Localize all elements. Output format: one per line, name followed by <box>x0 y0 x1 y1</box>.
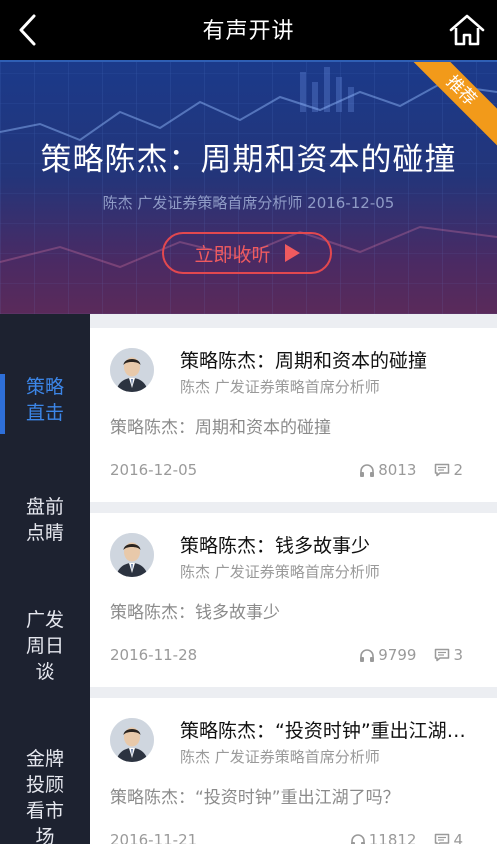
listen-now-label: 立即收听 <box>194 243 271 266</box>
headphones-icon <box>350 833 365 844</box>
episode-description: 策略陈杰：周期和资本的碰撞 <box>110 418 331 438</box>
active-indicator <box>0 374 5 434</box>
comment-icon <box>435 833 450 844</box>
sidebar-item-label: 策略 直击 <box>25 376 64 424</box>
banner-chart-decoration <box>0 67 497 269</box>
list-item[interactable]: 策略陈杰：钱多故事少 陈杰 广发证券策略首席分析师 策略陈杰：钱多故事少 201… <box>90 513 497 687</box>
home-icon[interactable] <box>445 8 489 52</box>
episode-author: 陈杰 广发证券策略首席分析师 <box>180 563 380 581</box>
banner-title: 策略陈杰：周期和资本的碰撞 <box>40 142 457 178</box>
sidebar-item-label: 盘前 点睛 <box>25 496 64 544</box>
top-bar: 有声开讲 <box>0 0 497 62</box>
comment-icon <box>435 648 450 662</box>
episode-date: 2016-12-05 <box>110 461 198 479</box>
episode-title: 策略陈杰：“投资时钟”重出江湖了吗？ <box>180 720 480 742</box>
avatar <box>110 533 154 577</box>
avatar <box>110 348 154 392</box>
episode-stats: 9799 3 <box>359 646 463 664</box>
avatar <box>110 718 154 762</box>
page-title: 有声开讲 <box>202 19 295 44</box>
episode-date: 2016-11-21 <box>110 831 198 844</box>
episode-author: 陈杰 广发证券策略首席分析师 <box>180 748 380 766</box>
headphones-icon <box>360 648 375 662</box>
episode-title: 策略陈杰：周期和资本的碰撞 <box>180 350 428 372</box>
listen-now-button[interactable]: 立即收听 <box>162 232 332 274</box>
comment-icon <box>435 463 450 477</box>
sidebar-item-advisor-market[interactable]: 金牌 投顾 看市 场 <box>0 746 90 844</box>
episode-author: 陈杰 广发证券策略首席分析师 <box>180 378 380 396</box>
episode-stats: 8013 2 <box>359 461 463 479</box>
episode-list: 策略陈杰：周期和资本的碰撞 陈杰 广发证券策略首席分析师 策略陈杰：周期和资本的… <box>90 314 497 844</box>
sidebar-item-label: 广发 周日 谈 <box>25 609 64 683</box>
headphones-icon <box>360 463 375 477</box>
play-icon <box>284 244 300 262</box>
episode-title: 策略陈杰：钱多故事少 <box>180 535 371 557</box>
list-item[interactable]: 策略陈杰：周期和资本的碰撞 陈杰 广发证券策略首席分析师 策略陈杰：周期和资本的… <box>90 328 497 502</box>
featured-banner[interactable]: 推荐 策略陈杰：周期和资本的碰撞 陈杰 广发证券策略首席分析师 2016-12-… <box>0 62 497 314</box>
episode-stats: 11812 4 <box>350 831 463 844</box>
play-count: 8013 <box>378 461 417 479</box>
play-count: 11812 <box>368 831 417 844</box>
comment-count: 2 <box>453 461 463 479</box>
episode-description: 策略陈杰：“投资时钟”重出江湖了吗？ <box>110 788 400 808</box>
category-sidebar: 策略 直击 盘前 点睛 广发 周日 谈 金牌 投顾 看市 场 <box>0 314 90 844</box>
episode-description: 策略陈杰：钱多故事少 <box>110 603 280 623</box>
sidebar-item-premarket[interactable]: 盘前 点睛 <box>0 494 90 546</box>
episode-date: 2016-11-28 <box>110 646 198 664</box>
sidebar-item-strategy[interactable]: 策略 直击 <box>0 374 90 434</box>
comment-count: 4 <box>453 831 463 844</box>
banner-subtitle: 陈杰 广发证券策略首席分析师 2016-12-05 <box>102 194 395 212</box>
play-count: 9799 <box>378 646 417 664</box>
sidebar-item-label: 金牌 投顾 看市 场 <box>25 748 64 844</box>
sidebar-item-sunday-talk[interactable]: 广发 周日 谈 <box>0 607 90 685</box>
list-item[interactable]: 策略陈杰：“投资时钟”重出江湖了吗？ 陈杰 广发证券策略首席分析师 策略陈杰：“… <box>90 698 497 844</box>
comment-count: 3 <box>453 646 463 664</box>
